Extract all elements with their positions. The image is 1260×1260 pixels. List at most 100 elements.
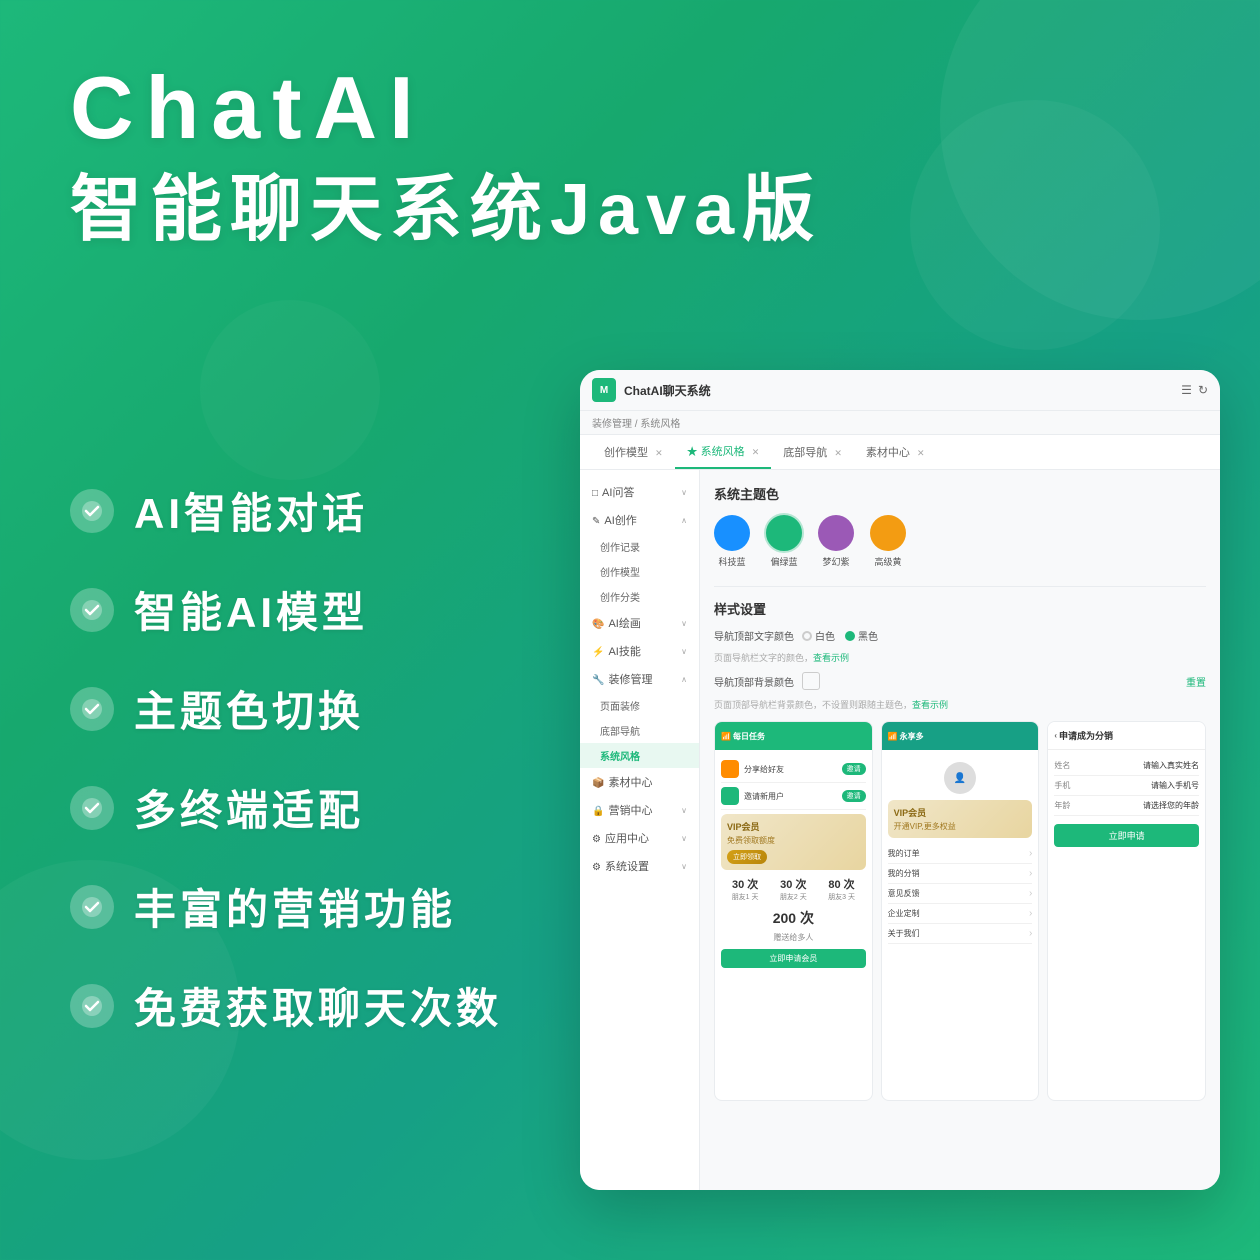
nav-bg-label: 导航顶部背景颜色 <box>714 674 794 689</box>
tab-system-style[interactable]: ★ 系统风格 ✕ <box>675 435 772 469</box>
nav-bg-color-row: 导航顶部背景颜色 重置 <box>714 672 1206 690</box>
tab-create-model[interactable]: 创作模型 ✕ <box>592 436 675 468</box>
menu-item-feedback[interactable]: 意见反馈 › <box>888 884 1033 904</box>
reset-button[interactable]: 重置 <box>1186 674 1206 689</box>
skill-icon: ⚡ <box>592 647 604 658</box>
chevron-icon: ∨ <box>681 806 687 815</box>
sidebar-item-ai-paint[interactable]: 🎨AI绘画 ∨ <box>580 609 699 637</box>
form-submit-btn[interactable]: 立即申请 <box>1054 824 1199 847</box>
vip-section-2: VIP会员 开通VIP,更多权益 <box>888 800 1033 838</box>
sidebar-sub-creation-category[interactable]: 创作分类 <box>580 584 699 609</box>
theme-circle-gold[interactable] <box>870 515 906 551</box>
stat-num-3: 80 次 <box>828 876 855 892</box>
share-label: 分享给好友 <box>744 764 784 775</box>
nav-bg-color-box[interactable] <box>802 672 820 690</box>
arrow-icon: › <box>1029 888 1032 899</box>
tab-bottom-nav[interactable]: 底部导航 ✕ <box>771 436 854 468</box>
theme-label-green: 偏绿蓝 <box>770 555 797 568</box>
sidebar-item-material[interactable]: 📦素材中心 <box>580 768 699 796</box>
phone-3-header-text: 申请成为分销 <box>1059 729 1113 742</box>
theme-item-green-blue[interactable]: 偏绿蓝 <box>766 515 802 568</box>
example-link-2[interactable]: 查看示例 <box>912 700 948 710</box>
divider <box>714 586 1206 587</box>
chevron-icon: ∨ <box>681 619 687 628</box>
radio-white-label: 白色 <box>815 628 835 643</box>
sidebar-sub-page-decoration[interactable]: 页面装修 <box>580 693 699 718</box>
ui-card: M ChatAI聊天系统 ☰ ↻ 装修管理 / 系统风格 创作模型 ✕ ★ 系统… <box>580 370 1220 1190</box>
sidebar-item-ai-creation[interactable]: ✎AI创作 ∧ <box>580 506 699 534</box>
sidebar-item-decoration[interactable]: 🔧装修管理 ∧ <box>580 665 699 693</box>
phone-1-header-text: 每日任务 <box>733 731 765 742</box>
theme-item-gold[interactable]: 高级黄 <box>870 515 906 568</box>
theme-circle-green[interactable] <box>766 515 802 551</box>
sidebar-item-ai-qa[interactable]: □AI问答 ∨ <box>580 478 699 506</box>
sidebar-item-marketing[interactable]: 🔒营销中心 ∨ <box>580 796 699 824</box>
check-icon <box>70 984 114 1028</box>
tab-close-icon[interactable]: ✕ <box>655 448 663 458</box>
sidebar-item-ai-skill[interactable]: ⚡AI技能 ∨ <box>580 637 699 665</box>
sidebar-sub-creation-record[interactable]: 创作记录 <box>580 534 699 559</box>
stat-num-1: 30 次 <box>732 876 759 892</box>
theme-label-blue: 科技蓝 <box>718 555 745 568</box>
theme-item-tech-blue[interactable]: 科技蓝 <box>714 515 750 568</box>
radio-dot-white[interactable] <box>802 631 812 641</box>
stat-item-3: 80 次 朋友3 天 <box>828 876 855 902</box>
arrow-icon: › <box>1029 868 1032 879</box>
tab-close-icon[interactable]: ✕ <box>917 448 925 458</box>
sidebar-sub-creation-model[interactable]: 创作模型 <box>580 559 699 584</box>
about-label: 关于我们 <box>888 928 920 939</box>
sidebar-item-app-center[interactable]: ⚙应用中心 ∨ <box>580 824 699 852</box>
tab-material-center[interactable]: 素材中心 ✕ <box>854 436 937 468</box>
bg-decoration-4 <box>200 300 380 480</box>
menu-item-enterprise[interactable]: 企业定制 › <box>888 904 1033 924</box>
example-link-1[interactable]: 查看示例 <box>813 653 849 663</box>
card-body: □AI问答 ∨ ✎AI创作 ∧ 创作记录 创作模型 创作分类 🎨AI绘画 ∨ ⚡… <box>580 470 1220 1190</box>
phones-preview-row: 📶 每日任务 分享给好友 邀请 邀请新用户 邀请 <box>714 721 1206 1101</box>
menu-item-about[interactable]: 关于我们 › <box>888 924 1033 944</box>
menu-item-distribution[interactable]: 我的分销 › <box>888 864 1033 884</box>
tab-close-icon[interactable]: ✕ <box>834 448 842 458</box>
tab-close-icon[interactable]: ✕ <box>752 447 760 457</box>
check-icon <box>70 489 114 533</box>
phone-1-content: 分享给好友 邀请 邀请新用户 邀请 VIP会员 免费领取额度 立即领取 <box>715 750 872 974</box>
feature-text: 多终端适配 <box>134 777 364 838</box>
phone-2-header-text: 永享多 <box>900 731 924 742</box>
theme-item-fantasy-purple[interactable]: 梦幻紫 <box>818 515 854 568</box>
vip-section: VIP会员 免费领取额度 立即领取 <box>721 814 866 870</box>
apply-btn[interactable]: 立即申请会员 <box>721 949 866 968</box>
chevron-icon: ∨ <box>681 647 687 656</box>
theme-circle-blue[interactable] <box>714 515 750 551</box>
refresh-icon[interactable]: ↻ <box>1198 383 1208 397</box>
menu-item-order[interactable]: 我的订单 › <box>888 844 1033 864</box>
chevron-icon: ∨ <box>681 834 687 843</box>
menu-icon[interactable]: ☰ <box>1181 383 1192 397</box>
count-label: 赠送给多人 <box>721 932 866 943</box>
stat-num-2: 30 次 <box>780 876 807 892</box>
settings-icon: ⚙ <box>592 862 601 873</box>
phone-menu-item: 分享给好友 邀请 <box>721 756 866 783</box>
theme-circle-purple[interactable] <box>818 515 854 551</box>
app-name: ChatAI聊天系统 <box>624 382 711 399</box>
phone-preview-3: ‹ 申请成为分销 姓名 请输入真实姓名 手机 请输入手机号 年 <box>1047 721 1206 1101</box>
header-section: ChatAI 智能聊天系统Java版 <box>70 60 822 253</box>
radio-dot-black[interactable] <box>845 631 855 641</box>
phone-preview-2: 📶 永享多 👤 VIP会员 开通VIP,更多权益 我的订单 › <box>881 721 1040 1101</box>
creation-icon: ✎ <box>592 516 600 527</box>
sidebar-item-system-settings[interactable]: ⚙系统设置 ∨ <box>580 852 699 880</box>
check-icon <box>70 588 114 632</box>
invite-icon <box>721 787 739 805</box>
theme-section-title: 系统主题色 <box>714 484 1206 503</box>
radio-black[interactable]: 黑色 <box>845 628 878 643</box>
form-value-age: 请选择您的年龄 <box>1143 800 1199 811</box>
phone-2-header: 📶 永享多 <box>882 722 1039 750</box>
sidebar-sub-system-style[interactable]: 系统风格 <box>580 743 699 768</box>
vip-btn[interactable]: 立即领取 <box>727 850 767 864</box>
theme-colors: 科技蓝 偏绿蓝 梦幻紫 高级黄 <box>714 515 1206 568</box>
radio-white[interactable]: 白色 <box>802 628 835 643</box>
form-label-age: 年龄 <box>1054 800 1070 811</box>
feature-text: 丰富的营销功能 <box>134 876 456 937</box>
paint-icon: 🎨 <box>592 619 604 630</box>
sidebar-sub-bottom-nav[interactable]: 底部导航 <box>580 718 699 743</box>
qa-icon: □ <box>592 488 598 499</box>
nav-text-color-row: 导航顶部文字颜色 白色 黑色 <box>714 628 1206 643</box>
